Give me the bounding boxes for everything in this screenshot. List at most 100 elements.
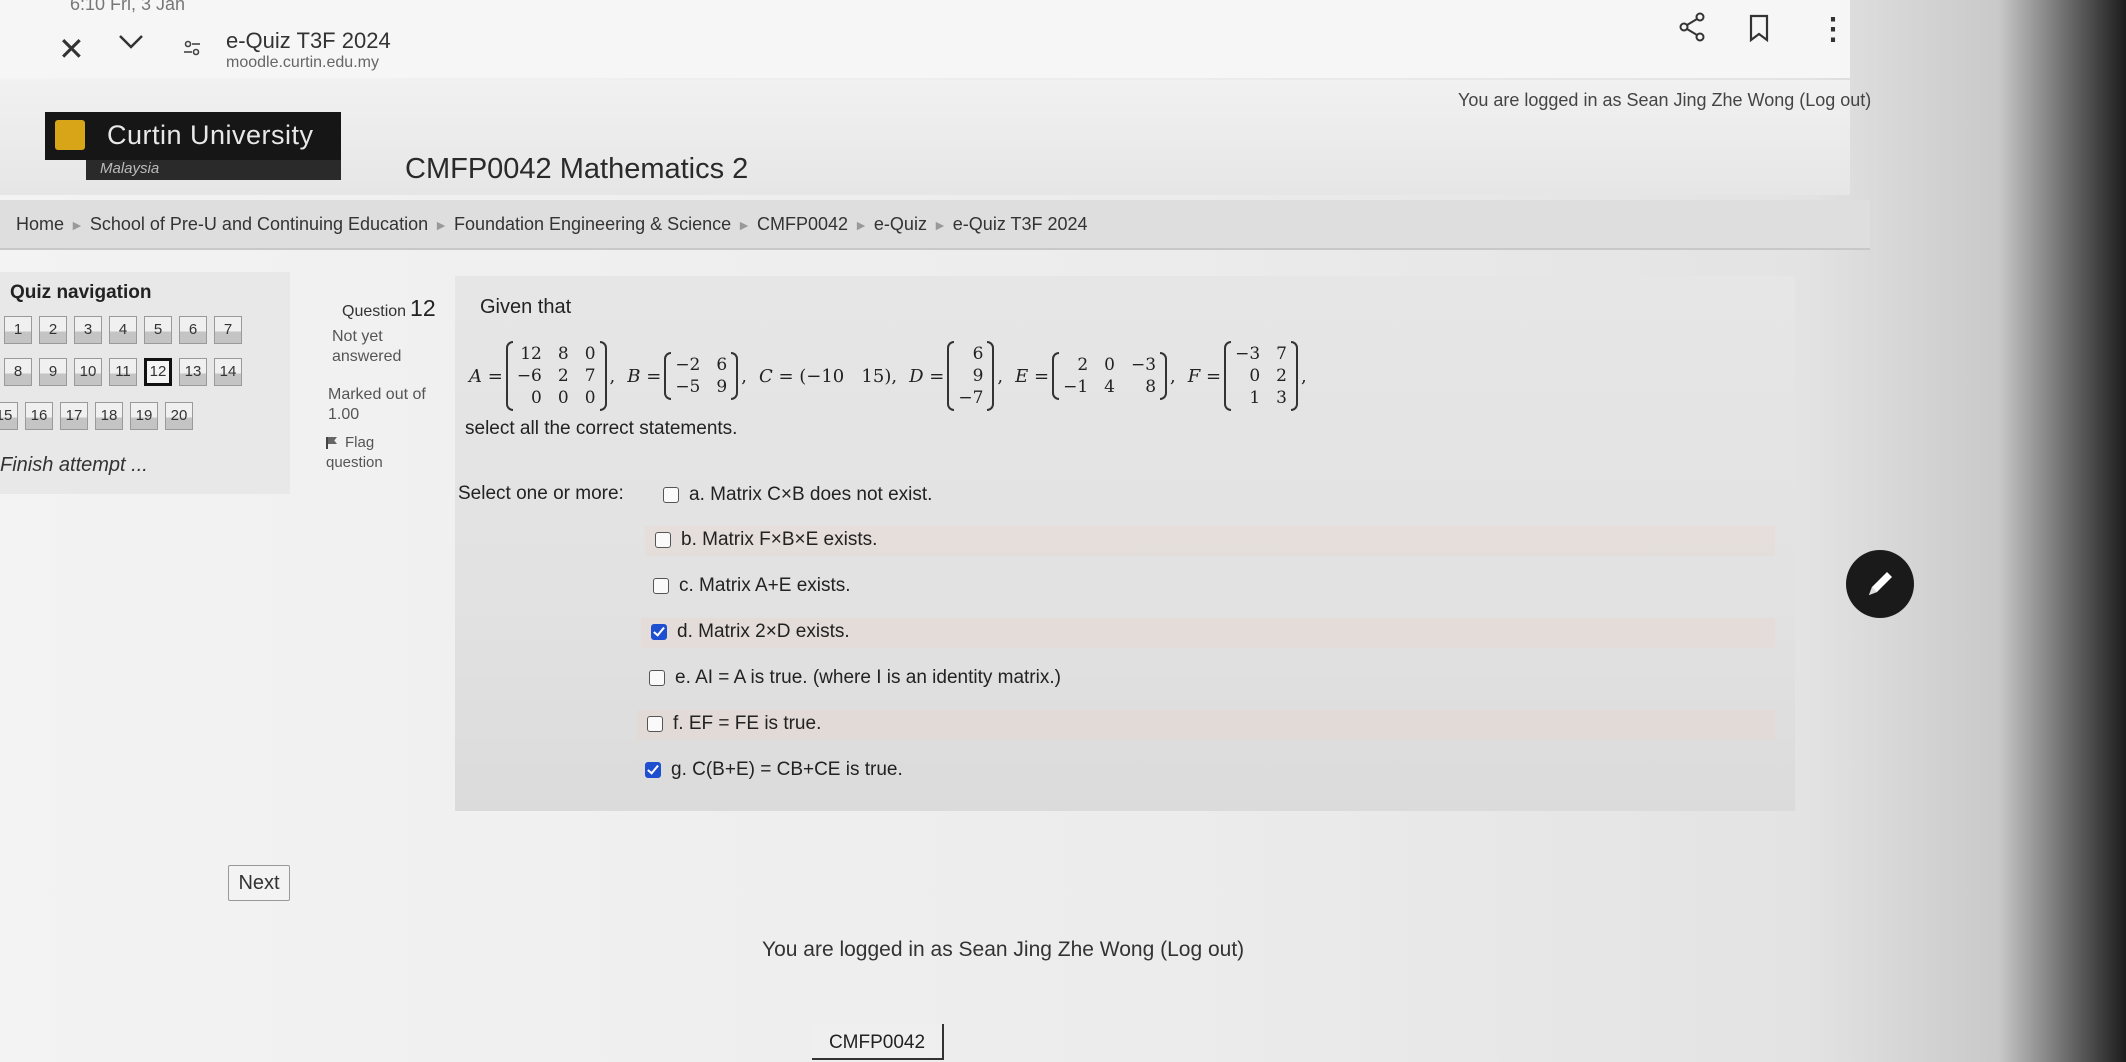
matrix-entry: 2 (1276, 366, 1287, 386)
answer-option-label: d. Matrix 2×D exists. (677, 621, 850, 642)
answer-option-label: b. Matrix F×B×E exists. (681, 529, 878, 550)
flag-question-button[interactable]: Flag question (326, 433, 416, 473)
breadcrumb-separator: ► (70, 217, 84, 233)
question-content: Given that A = 12 8 0 −6 2 7 0 0 0, B = −2 6 −5 9, C … (455, 276, 1795, 811)
pencil-icon (1869, 572, 1892, 595)
right-paren (599, 341, 607, 411)
matrix-grid: −2 6 −5 9 (671, 352, 731, 400)
quiz-nav-button[interactable]: 19 (130, 402, 158, 430)
breadcrumb-item[interactable]: CMFP0042 (757, 214, 848, 234)
tune-icon[interactable] (183, 40, 201, 61)
quiz-nav-button[interactable]: 8 (4, 358, 32, 386)
answer-option[interactable]: f. EF = FE is true. (647, 713, 821, 735)
matrix-e: E = 2 0 −3 −1 4 8, (1015, 352, 1188, 400)
matrix-entry: −6 (516, 366, 542, 386)
answer-option-label: g. C(B+E) = CB+CE is true. (671, 759, 903, 780)
quiz-nav-button[interactable]: 15 (0, 402, 18, 430)
matrix-entry: 6 (716, 355, 728, 375)
matrix-d: D = 6 9 −7, (909, 341, 1015, 411)
breadcrumb-item[interactable]: Foundation Engineering & Science (454, 214, 731, 234)
breadcrumb-bar: Home ► School of Pre-U and Continuing Educ… (0, 200, 1870, 250)
matrix-e-name: E (1015, 365, 1029, 387)
matrix-entry: −2 (675, 355, 701, 375)
matrix-entry: 2 (557, 366, 569, 386)
quiz-nav-button[interactable]: 18 (95, 402, 123, 430)
checkbox-checked[interactable] (645, 762, 661, 778)
quiz-nav-button[interactable]: 16 (25, 402, 53, 430)
question-given: Given that (480, 296, 572, 318)
quiz-nav-button[interactable]: 13 (179, 358, 207, 386)
quiz-nav-button[interactable]: 5 (144, 316, 172, 344)
chevron-down-icon[interactable] (118, 34, 144, 55)
matrix-entry: 9 (716, 377, 728, 397)
bookmark-icon[interactable] (1748, 14, 1770, 47)
left-paren (664, 352, 672, 400)
checkbox[interactable] (647, 716, 663, 732)
answer-option[interactable]: g. C(B+E) = CB+CE is true. (645, 759, 903, 781)
matrix-a-name: A (469, 365, 482, 387)
matrix-a-body: 12 8 0 −6 2 7 0 0 0 (505, 341, 607, 411)
logo-text: Curtin University (107, 120, 314, 150)
quiz-nav-button[interactable]: 10 (74, 358, 102, 386)
checkbox-checked[interactable] (651, 624, 667, 640)
breadcrumb-item[interactable]: Home (16, 214, 64, 234)
checkbox[interactable] (663, 487, 679, 503)
answer-option[interactable]: a. Matrix C×B does not exist. (663, 484, 932, 506)
quiz-nav-button[interactable]: 11 (109, 358, 137, 386)
footer-course-link[interactable]: CMFP0042 (812, 1024, 944, 1060)
login-info-bottom[interactable]: You are logged in as Sean Jing Zhe Wong … (762, 938, 1244, 962)
quiz-nav-button[interactable]: 14 (214, 358, 242, 386)
breadcrumb-item[interactable]: e-Quiz T3F 2024 (953, 214, 1088, 234)
quiz-nav-button[interactable]: 12 (144, 358, 172, 386)
quiz-nav-button[interactable]: 2 (39, 316, 67, 344)
matrix-entry: 12 (520, 344, 542, 364)
matrix-grid: 12 8 0 −6 2 7 0 0 0 (513, 341, 600, 411)
matrix-grid: 2 0 −3 −1 4 8 (1059, 352, 1160, 400)
checkbox[interactable] (649, 670, 665, 686)
breadcrumb: Home ► School of Pre-U and Continuing Educ… (16, 214, 1088, 235)
left-paren (1052, 352, 1060, 400)
checkbox[interactable] (655, 532, 671, 548)
login-info-top[interactable]: You are logged in as Sean Jing Zhe Wong … (1458, 90, 1871, 111)
logo[interactable]: Curtin University (45, 112, 341, 160)
answer-option[interactable]: c. Matrix A+E exists. (653, 575, 851, 597)
breadcrumb-separator: ► (434, 217, 448, 233)
quiz-nav-button[interactable]: 1 (4, 316, 32, 344)
matrix-e-body: 2 0 −3 −1 4 8 (1052, 352, 1168, 400)
share-icon[interactable] (1678, 12, 1706, 47)
annotate-button[interactable] (1846, 550, 1914, 618)
next-button[interactable]: Next (228, 865, 290, 901)
logo-badge-icon (55, 120, 85, 150)
quiz-nav-button[interactable]: 7 (214, 316, 242, 344)
quiz-nav-button[interactable]: 20 (165, 402, 193, 430)
finish-attempt-link[interactable]: Finish attempt ... (0, 454, 148, 477)
quiz-nav-button[interactable]: 17 (60, 402, 88, 430)
matrix-entry: 0 (1104, 355, 1115, 375)
answer-option[interactable]: d. Matrix 2×D exists. (651, 621, 850, 643)
answer-option-label: e. AI = A is true. (where I is an identi… (675, 667, 1061, 688)
answer-option[interactable]: e. AI = A is true. (where I is an identi… (649, 667, 1061, 689)
matrix-entry: 0 (584, 344, 596, 364)
question-number: 12 (410, 295, 436, 321)
close-icon[interactable]: ✕ (58, 30, 85, 68)
matrix-entry: −1 (1063, 377, 1089, 397)
quiz-nav-button[interactable]: 4 (109, 316, 137, 344)
matrix-entry: 7 (584, 366, 596, 386)
quiz-nav-button[interactable]: 6 (179, 316, 207, 344)
matrix-entry: 0 (531, 388, 542, 408)
matrix-a: A = 12 8 0 −6 2 7 0 0 0, (469, 341, 627, 411)
breadcrumb-item[interactable]: e-Quiz (874, 214, 927, 234)
screen: 6:10 Fri, 3 Jan ✕ e-Quiz T3F 2024 moodle… (0, 0, 2126, 1062)
status-time: 6:10 Fri, 3 Jan (70, 0, 186, 14)
checkbox[interactable] (653, 578, 669, 594)
left-paren (505, 341, 513, 411)
quiz-nav-button[interactable]: 3 (74, 316, 102, 344)
flag-icon (326, 437, 339, 449)
breadcrumb-item[interactable]: School of Pre-U and Continuing Education (90, 214, 428, 234)
answer-option[interactable]: b. Matrix F×B×E exists. (655, 529, 877, 551)
matrix-entry: 0 (584, 388, 596, 408)
more-vert-icon[interactable]: ⋮ (1818, 12, 1848, 47)
matrix-f-body: −3 7 0 2 1 3 (1224, 341, 1298, 411)
matrix-entry: 1 (1249, 388, 1261, 408)
quiz-nav-button[interactable]: 9 (39, 358, 67, 386)
